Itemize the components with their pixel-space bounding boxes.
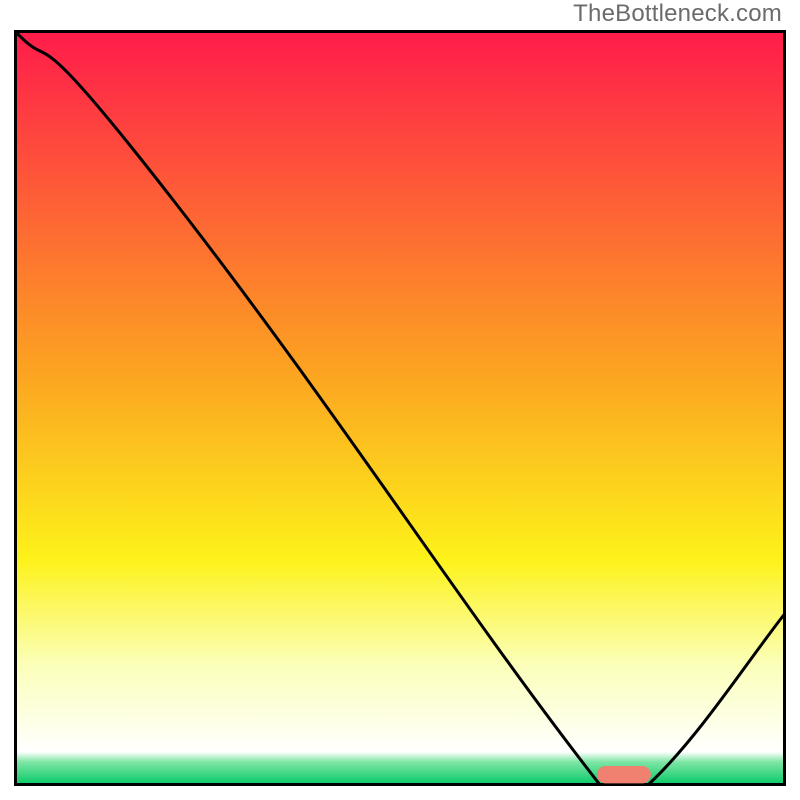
marker-pill [597, 766, 651, 783]
chart-frame: TheBottleneck.com [0, 0, 800, 800]
watermark-label: TheBottleneck.com [573, 0, 782, 28]
chart-svg [14, 30, 786, 786]
plot-area [14, 30, 786, 786]
